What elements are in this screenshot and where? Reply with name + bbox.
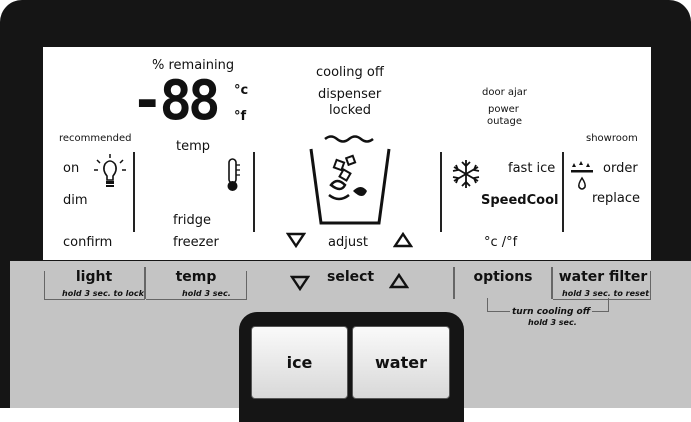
turn-cooling-off-label: turn cooling off bbox=[510, 307, 593, 317]
arrow-up-icon bbox=[393, 232, 413, 248]
bracket bbox=[553, 271, 651, 300]
recommended-indicator: recommended bbox=[59, 133, 132, 144]
lcd-display: recommended on dim confirm % remaining -… bbox=[43, 47, 651, 260]
divider bbox=[440, 152, 442, 232]
options-button-label: options bbox=[473, 269, 533, 285]
freezer-indicator: freezer bbox=[173, 235, 219, 250]
water-button[interactable]: water bbox=[352, 326, 450, 399]
turn-cooling-off-hint: hold 3 sec. bbox=[528, 318, 577, 327]
fahrenheit-indicator: °f bbox=[234, 109, 247, 124]
arrow-down-icon bbox=[286, 232, 306, 248]
cooling-off-indicator: cooling off bbox=[316, 65, 384, 80]
light-bulb-icon bbox=[94, 154, 126, 187]
replace-indicator: replace bbox=[592, 191, 641, 206]
fridge-indicator: fridge bbox=[173, 213, 212, 228]
water-filter-icon bbox=[571, 161, 593, 190]
locked-indicator: locked bbox=[329, 103, 372, 118]
temperature-digits: -88 bbox=[131, 69, 221, 132]
temp-label: temp bbox=[176, 139, 211, 154]
door-ajar-indicator: door ajar bbox=[482, 87, 528, 98]
dispenser-indicator: dispenser bbox=[318, 87, 382, 102]
water-button-label: water bbox=[375, 353, 427, 372]
celsius-indicator: °c bbox=[234, 83, 249, 98]
select-up-button[interactable] bbox=[389, 273, 409, 289]
light-dim-indicator: dim bbox=[63, 193, 88, 208]
fast-ice-indicator: fast ice bbox=[508, 161, 556, 176]
outage-indicator: outage bbox=[487, 116, 523, 127]
units-toggle-indicator: °c /°f bbox=[484, 235, 518, 250]
bracket bbox=[44, 271, 145, 300]
select-control: select bbox=[285, 267, 415, 297]
order-indicator: order bbox=[603, 161, 638, 176]
snowflake-icon bbox=[452, 160, 480, 188]
divider bbox=[133, 152, 135, 232]
select-down-button[interactable] bbox=[290, 275, 310, 291]
power-indicator: power bbox=[488, 104, 519, 115]
confirm-indicator: confirm bbox=[63, 235, 113, 250]
ice-button-label: ice bbox=[286, 353, 313, 372]
bracket bbox=[146, 271, 247, 300]
divider bbox=[253, 152, 255, 232]
thermometer-icon bbox=[227, 158, 240, 191]
options-button[interactable]: options bbox=[455, 267, 551, 297]
adjust-indicator: adjust bbox=[328, 235, 368, 250]
light-on-indicator: on bbox=[63, 161, 80, 176]
divider bbox=[562, 152, 564, 232]
ice-button[interactable]: ice bbox=[251, 326, 348, 399]
speedcool-indicator: SpeedCool bbox=[481, 193, 559, 208]
showroom-indicator: showroom bbox=[586, 133, 638, 144]
ice-glass-icon bbox=[309, 135, 391, 225]
select-label: select bbox=[327, 269, 375, 285]
